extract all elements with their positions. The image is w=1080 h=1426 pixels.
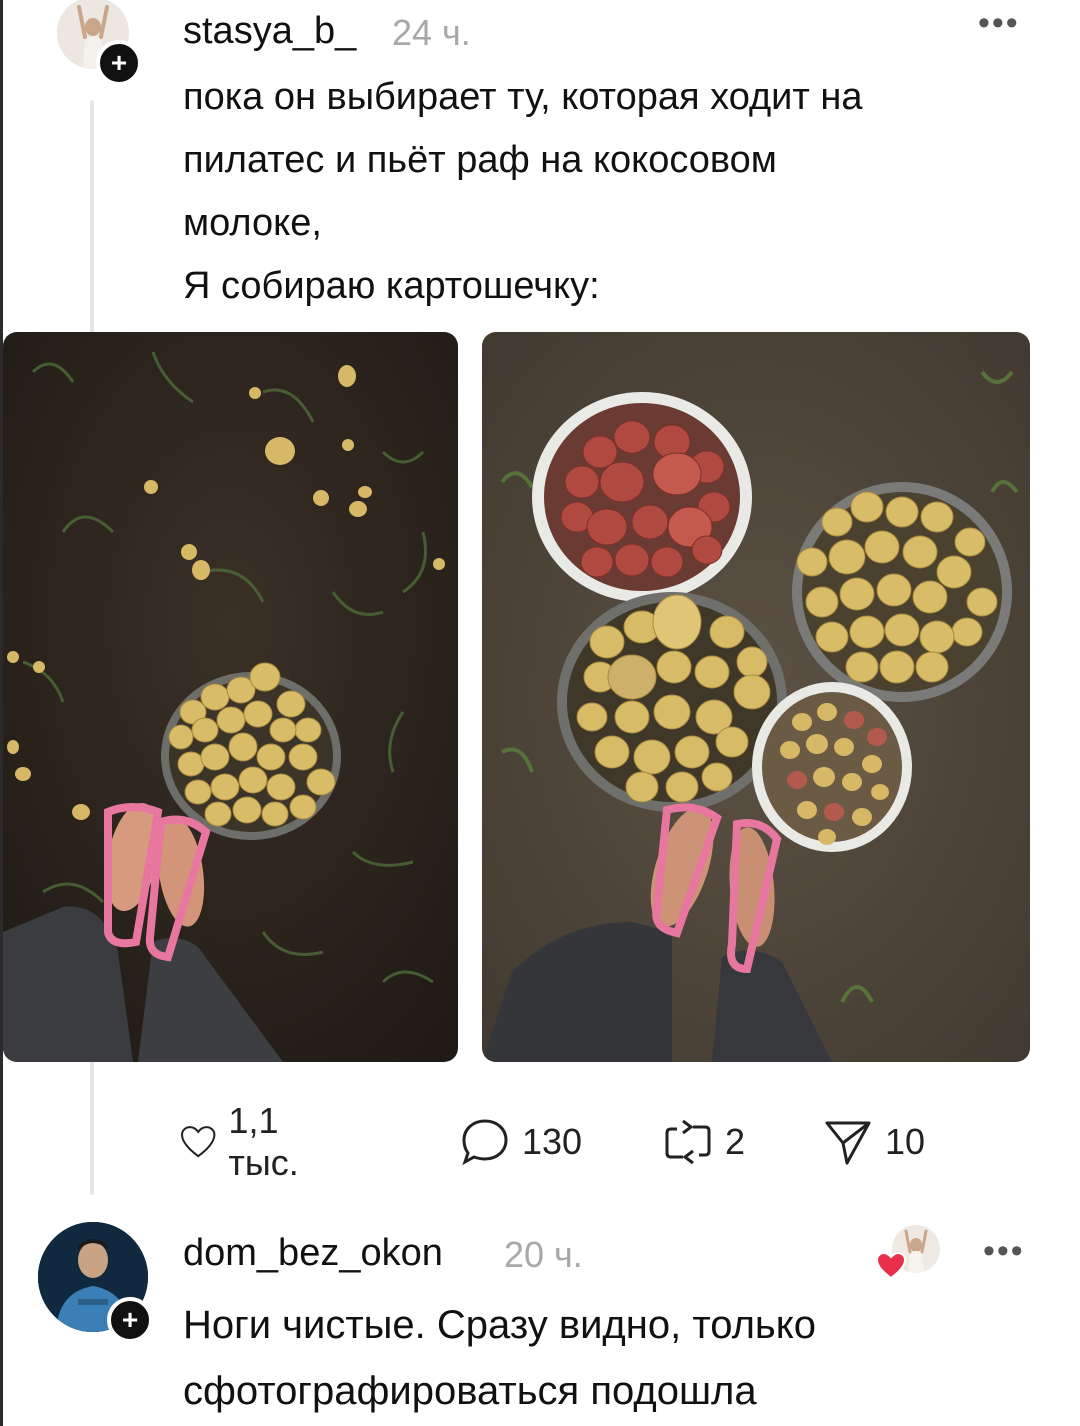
share-count: 10 xyxy=(885,1121,926,1162)
liked-heart-icon xyxy=(876,1252,906,1280)
reply-text: Ноги чистые. Сразу видно, только сфотогр… xyxy=(183,1292,1043,1424)
repost-icon xyxy=(665,1119,711,1165)
reply-username[interactable]: dom_bez_okon xyxy=(183,1232,443,1275)
potato-field-photo[interactable] xyxy=(3,332,458,1062)
comment-count: 130 xyxy=(522,1121,583,1162)
post-username[interactable]: stasya_b_ xyxy=(183,10,356,53)
post-text-line: пока он выбирает ту, которая ходит на xyxy=(183,76,863,118)
follow-plus-icon[interactable]: + xyxy=(107,1297,153,1343)
repost-count: 2 xyxy=(725,1121,746,1162)
like-count: 1,1 тыс. xyxy=(228,1100,299,1183)
send-icon xyxy=(825,1121,871,1165)
heart-icon xyxy=(181,1126,216,1158)
more-options-icon[interactable]: ••• xyxy=(978,4,1020,43)
post-text-line: молоке, xyxy=(183,202,322,244)
reply-text-line: Ноги чистые. Сразу видно, только xyxy=(183,1303,816,1347)
reply-more-options-icon[interactable]: ••• xyxy=(983,1232,1025,1271)
comment-bubble-icon xyxy=(462,1119,508,1166)
post-text: пока он выбирает ту, которая ходит на пи… xyxy=(183,66,1033,318)
post-time: 24 ч. xyxy=(392,12,471,53)
share-button[interactable]: 10 xyxy=(823,1112,925,1172)
like-button[interactable]: 1,1 тыс. xyxy=(180,1100,316,1183)
post-text-line: пилатес и пьёт раф на кокосовом xyxy=(183,139,777,181)
comment-button[interactable]: 130 xyxy=(460,1112,582,1172)
post-text-line: Я собираю картошечку: xyxy=(183,265,600,307)
reply-text-line: сфотографироваться подошла xyxy=(183,1369,757,1413)
reply-time: 20 ч. xyxy=(504,1234,583,1275)
repost-button[interactable]: 2 xyxy=(663,1112,745,1172)
potato-buckets-photo[interactable] xyxy=(482,332,1030,1062)
follow-plus-icon[interactable]: + xyxy=(96,40,142,86)
